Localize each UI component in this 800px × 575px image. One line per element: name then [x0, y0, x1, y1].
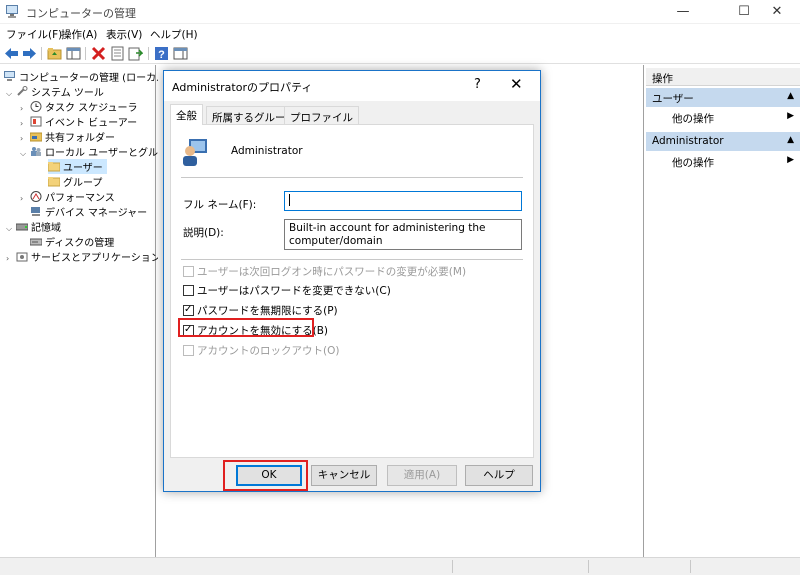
close-button[interactable]: ✕: [754, 0, 800, 24]
help-icon[interactable]: ?: [154, 46, 169, 61]
menu-action[interactable]: 操作(A): [61, 27, 97, 42]
help-button[interactable]: ヘルプ: [465, 465, 533, 486]
tree-item-performance[interactable]: › パフォーマンス: [20, 189, 115, 204]
highlight-box-account-disabled: [178, 318, 314, 337]
storage-icon: [16, 223, 28, 231]
tree-item-task-scheduler[interactable]: › タスク スケジューラ: [20, 99, 137, 114]
password-never-expires-checkbox[interactable]: ✓ パスワードを無期限にする(P): [183, 303, 338, 317]
tools-icon: [17, 86, 28, 96]
shared-folder-icon: [30, 132, 42, 142]
back-arrow-icon[interactable]: [4, 46, 19, 61]
computer-icon: [4, 71, 15, 81]
dialog-title: Administratorのプロパティ: [172, 81, 313, 94]
must-change-password-checkbox[interactable]: ユーザーは次回ログオン時にパスワードの変更が必要(M): [183, 264, 466, 278]
dialog-titlebar: Administratorのプロパティ ? ✕: [164, 71, 540, 101]
checkbox-box[interactable]: [183, 266, 194, 277]
divider: [181, 177, 523, 178]
up-folder-icon[interactable]: [47, 46, 62, 61]
window-title: コンピューターの管理: [26, 7, 136, 20]
description-label: 説明(D):: [183, 227, 224, 239]
tree-item-groups[interactable]: グループ: [48, 174, 102, 189]
user-account-icon: [183, 139, 207, 166]
divider: [181, 259, 523, 260]
status-bar: [0, 557, 800, 575]
tree-item-services-applications[interactable]: › サービスとアプリケーション: [6, 249, 161, 264]
general-tab-panel: Administrator フル ネーム(F): 説明(D): Built-in…: [170, 124, 534, 458]
full-name-field[interactable]: [284, 191, 522, 211]
apply-button[interactable]: 適用(A): [387, 465, 457, 486]
status-separator: [588, 560, 589, 573]
minimize-button[interactable]: —: [660, 0, 706, 24]
full-name-label: フル ネーム(F):: [183, 199, 257, 211]
highlight-box-ok: [223, 460, 308, 491]
toolbar-separator: [41, 47, 42, 60]
account-locked-out-checkbox[interactable]: アカウントのロックアウト(O): [183, 343, 339, 357]
collapse-up-icon[interactable]: ▲: [787, 135, 794, 145]
checkbox-box[interactable]: [183, 285, 194, 296]
tree-item-storage[interactable]: ⌵ 記憶域: [6, 219, 61, 234]
toolbar-separator: [85, 47, 86, 60]
actions-section-users[interactable]: ユーザー ▲: [646, 88, 800, 107]
users-group-icon: [31, 147, 41, 156]
tree-item-event-viewer[interactable]: › イベント ビューアー: [20, 114, 137, 129]
show-hide-tree-icon[interactable]: [66, 46, 81, 61]
cancel-button[interactable]: キャンセル: [311, 465, 377, 486]
menu-help[interactable]: ヘルプ(H): [150, 27, 198, 42]
actions-header: 操作: [646, 68, 800, 86]
tab-general[interactable]: 全般: [170, 104, 203, 125]
toolbar-separator: [148, 47, 149, 60]
properties-icon[interactable]: [110, 46, 125, 61]
cannot-change-password-checkbox[interactable]: ユーザーはパスワードを変更できない(C): [183, 283, 391, 297]
folder-icon: [48, 177, 60, 187]
svg-text:?: ?: [158, 49, 165, 61]
user-name: Administrator: [231, 145, 303, 157]
action-pane-icon[interactable]: [173, 46, 188, 61]
tree-item-computer-management[interactable]: コンピューターの管理 (ローカル): [4, 69, 170, 84]
tree-item-users[interactable]: ユーザー: [48, 159, 107, 174]
folder-icon: [48, 162, 60, 172]
submenu-arrow-icon: ▶: [787, 155, 794, 165]
device-manager-icon: [31, 207, 40, 216]
menu-view[interactable]: 表示(V): [106, 27, 142, 42]
status-separator: [452, 560, 453, 573]
computer-management-icon: [6, 5, 18, 18]
clock-icon: [30, 101, 42, 112]
tree-item-shared-folders[interactable]: › 共有フォルダー: [20, 129, 115, 144]
description-field[interactable]: Built-in account for administering the c…: [284, 219, 522, 250]
menu-bar: ファイル(F) 操作(A) 表示(V) ヘルプ(H): [0, 25, 800, 42]
check-mark-icon: ✓: [184, 304, 193, 315]
menu-file[interactable]: ファイル(F): [6, 27, 62, 42]
collapse-up-icon[interactable]: ▲: [787, 91, 794, 101]
actions-more-administrator[interactable]: 他の操作 ▶: [646, 153, 800, 169]
tree-item-system-tools[interactable]: ⌵ システム ツール: [6, 84, 104, 99]
actions-pane: 操作 ユーザー ▲ 他の操作 ▶ Administrator ▲ 他の操作 ▶: [646, 68, 800, 557]
dialog-close-button[interactable]: ✕: [510, 75, 523, 93]
toolbar: ?: [0, 43, 800, 64]
forward-arrow-icon[interactable]: [22, 46, 37, 61]
event-viewer-icon: [30, 116, 42, 127]
console-tree: コンピューターの管理 (ローカル) ⌵ システム ツール › タスク スケジューラ …: [0, 65, 177, 557]
actions-section-administrator[interactable]: Administrator ▲: [646, 132, 800, 151]
delete-icon[interactable]: [91, 46, 106, 61]
tab-profile[interactable]: プロファイル: [284, 106, 359, 124]
disk-icon: [30, 238, 42, 246]
tree-item-local-users-groups[interactable]: ⌵ ローカル ユーザーとグループ: [20, 144, 177, 159]
properties-dialog: Administratorのプロパティ ? ✕ 全般 所属するグループ プロファ…: [163, 70, 541, 492]
export-icon[interactable]: [128, 46, 143, 61]
services-icon: [16, 252, 28, 262]
checkbox-box[interactable]: [183, 345, 194, 356]
tree-item-device-manager[interactable]: デバイス マネージャー: [30, 204, 147, 219]
actions-more-users[interactable]: 他の操作 ▶: [646, 109, 800, 125]
window-titlebar: コンピューターの管理 — ☐ ✕: [0, 0, 800, 24]
status-separator: [690, 560, 691, 573]
text-caret: [289, 194, 290, 206]
submenu-arrow-icon: ▶: [787, 111, 794, 121]
performance-icon: [30, 191, 42, 202]
checkbox-box[interactable]: ✓: [183, 304, 194, 316]
tree-item-disk-management[interactable]: ディスクの管理: [30, 234, 114, 249]
dialog-help-button[interactable]: ?: [474, 77, 481, 92]
